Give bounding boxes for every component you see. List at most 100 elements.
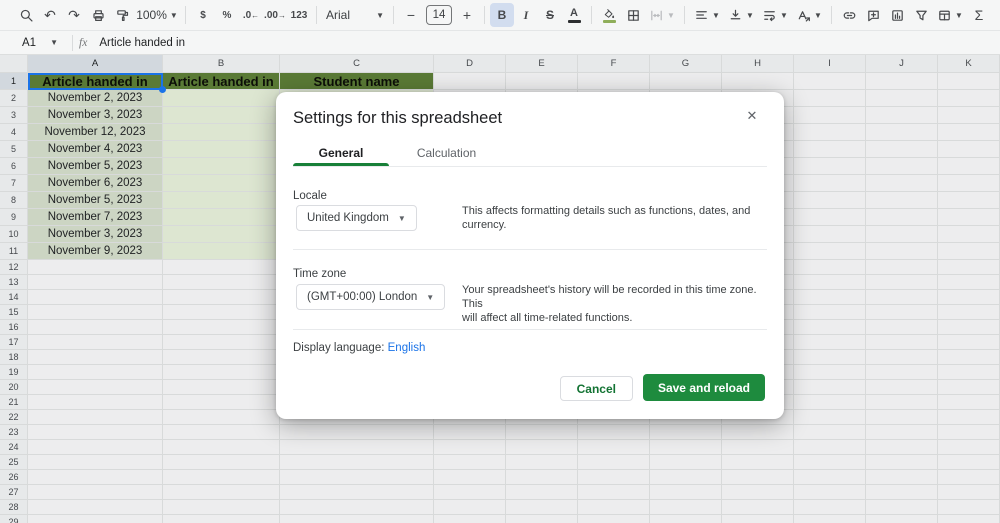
fill-color-button[interactable] (597, 3, 621, 27)
cell-J16[interactable] (866, 320, 938, 335)
cell-A6[interactable]: November 5, 2023 (28, 158, 163, 175)
cell-J12[interactable] (866, 260, 938, 275)
cell-D25[interactable] (434, 455, 506, 470)
cell-A12[interactable] (28, 260, 163, 275)
cell-I28[interactable] (794, 500, 866, 515)
column-header-K[interactable]: K (938, 55, 1000, 73)
cell-K18[interactable] (938, 350, 1000, 365)
cell-B6[interactable] (163, 158, 280, 175)
cell-A25[interactable] (28, 455, 163, 470)
increase-decimal-button[interactable]: .00→ (263, 3, 287, 27)
row-header-19[interactable]: 19 (0, 365, 28, 380)
cell-K27[interactable] (938, 485, 1000, 500)
cell-B27[interactable] (163, 485, 280, 500)
cell-J20[interactable] (866, 380, 938, 395)
cell-E1[interactable] (506, 73, 578, 90)
cell-B19[interactable] (163, 365, 280, 380)
cell-I1[interactable] (794, 73, 866, 90)
row-header-23[interactable]: 23 (0, 425, 28, 440)
search-button[interactable] (14, 3, 38, 27)
cell-D29[interactable] (434, 515, 506, 523)
cell-A1[interactable]: Article handed in (28, 73, 163, 90)
text-rotation-button[interactable]: ▼ (792, 3, 826, 27)
cell-J14[interactable] (866, 290, 938, 305)
cell-C26[interactable] (280, 470, 434, 485)
more-formats-button[interactable]: 123 (287, 3, 311, 27)
cell-I18[interactable] (794, 350, 866, 365)
cell-A14[interactable] (28, 290, 163, 305)
cell-A10[interactable]: November 3, 2023 (28, 226, 163, 243)
close-button[interactable]: ✕ (742, 106, 762, 126)
cell-F1[interactable] (578, 73, 650, 90)
cell-I22[interactable] (794, 410, 866, 425)
cell-G27[interactable] (650, 485, 722, 500)
cell-K24[interactable] (938, 440, 1000, 455)
cell-J2[interactable] (866, 90, 938, 107)
row-header-1[interactable]: 1 (0, 73, 28, 90)
cell-C1[interactable]: Student name (280, 73, 434, 90)
cell-I19[interactable] (794, 365, 866, 380)
cell-K26[interactable] (938, 470, 1000, 485)
cell-A22[interactable] (28, 410, 163, 425)
cell-A29[interactable] (28, 515, 163, 523)
timezone-dropdown[interactable]: (GMT+00:00) London ▼ (296, 284, 445, 310)
cell-J5[interactable] (866, 141, 938, 158)
cell-B15[interactable] (163, 305, 280, 320)
cell-B29[interactable] (163, 515, 280, 523)
cell-J25[interactable] (866, 455, 938, 470)
cell-E24[interactable] (506, 440, 578, 455)
cell-B13[interactable] (163, 275, 280, 290)
cell-C24[interactable] (280, 440, 434, 455)
cell-G23[interactable] (650, 425, 722, 440)
cell-B23[interactable] (163, 425, 280, 440)
cell-J19[interactable] (866, 365, 938, 380)
column-header-J[interactable]: J (866, 55, 938, 73)
cell-I27[interactable] (794, 485, 866, 500)
cell-B26[interactable] (163, 470, 280, 485)
cell-I14[interactable] (794, 290, 866, 305)
format-currency-button[interactable]: $ (191, 3, 215, 27)
cell-J15[interactable] (866, 305, 938, 320)
tab-calculation[interactable]: Calculation (389, 142, 504, 163)
cell-I23[interactable] (794, 425, 866, 440)
cell-C27[interactable] (280, 485, 434, 500)
cell-E25[interactable] (506, 455, 578, 470)
cell-K10[interactable] (938, 226, 1000, 243)
cell-K21[interactable] (938, 395, 1000, 410)
row-header-10[interactable]: 10 (0, 226, 28, 243)
row-header-20[interactable]: 20 (0, 380, 28, 395)
font-size-input[interactable]: 14 (426, 5, 452, 25)
cell-F28[interactable] (578, 500, 650, 515)
cell-K19[interactable] (938, 365, 1000, 380)
cell-I26[interactable] (794, 470, 866, 485)
cell-I29[interactable] (794, 515, 866, 523)
cell-F23[interactable] (578, 425, 650, 440)
row-header-5[interactable]: 5 (0, 141, 28, 158)
locale-dropdown[interactable]: United Kingdom ▼ (296, 205, 417, 231)
cell-K6[interactable] (938, 158, 1000, 175)
cell-A2[interactable]: November 2, 2023 (28, 90, 163, 107)
cell-H24[interactable] (722, 440, 794, 455)
cell-K1[interactable] (938, 73, 1000, 90)
zoom-select[interactable]: 100% ▼ (134, 3, 180, 27)
cell-B21[interactable] (163, 395, 280, 410)
cell-B22[interactable] (163, 410, 280, 425)
cell-K4[interactable] (938, 124, 1000, 141)
cell-G25[interactable] (650, 455, 722, 470)
insert-link-button[interactable] (837, 3, 861, 27)
name-box[interactable]: A1 ▼ (0, 37, 62, 49)
cell-G28[interactable] (650, 500, 722, 515)
cell-J26[interactable] (866, 470, 938, 485)
cell-I12[interactable] (794, 260, 866, 275)
format-percent-button[interactable]: % (215, 3, 239, 27)
cell-A24[interactable] (28, 440, 163, 455)
cell-F27[interactable] (578, 485, 650, 500)
cell-A17[interactable] (28, 335, 163, 350)
cell-E27[interactable] (506, 485, 578, 500)
column-header-A[interactable]: A (28, 55, 163, 73)
column-header-D[interactable]: D (434, 55, 506, 73)
cell-B2[interactable] (163, 90, 280, 107)
row-header-27[interactable]: 27 (0, 485, 28, 500)
cell-F25[interactable] (578, 455, 650, 470)
cell-C23[interactable] (280, 425, 434, 440)
